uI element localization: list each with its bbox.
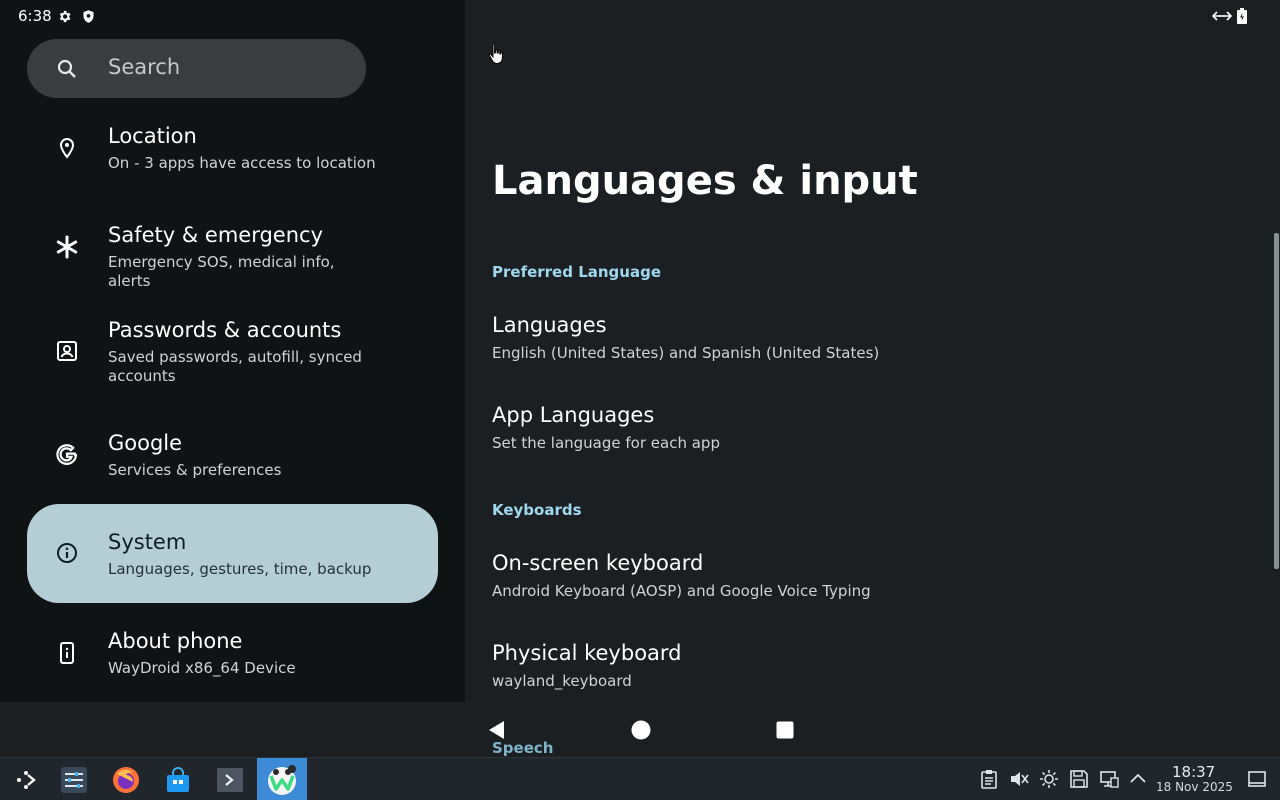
android-window: 6:38 Search Location On - 3 apps have ac… — [0, 0, 1280, 757]
firefox-icon[interactable] — [105, 758, 147, 800]
sidebar-item-passwords[interactable]: Passwords & accounts Saved passwords, au… — [27, 306, 438, 402]
recents-icon[interactable] — [773, 718, 797, 742]
google-icon — [55, 443, 79, 467]
pref-title: On-screen keyboard — [492, 551, 704, 575]
location-pin-icon — [55, 136, 79, 160]
volume-muted-icon[interactable] — [1009, 769, 1029, 789]
battery-icon — [1236, 8, 1248, 24]
search-placeholder: Search — [108, 55, 181, 79]
page-title: Languages & input — [492, 158, 918, 204]
section-header-preferred-language: Preferred Language — [492, 263, 661, 281]
status-bar: 6:38 — [0, 0, 1280, 32]
section-header-keyboards: Keyboards — [492, 501, 582, 519]
desktop-taskbar — [0, 757, 1280, 800]
pref-subtitle: English (United States) and Spanish (Uni… — [492, 344, 880, 362]
waydroid-icon[interactable] — [257, 758, 307, 800]
clock-time[interactable]: 18:37 — [1172, 763, 1215, 781]
sidebar-item-title: Google — [108, 431, 183, 455]
shield-icon — [80, 8, 96, 24]
save-disk-icon[interactable] — [1069, 769, 1089, 789]
sidebar-item-location[interactable]: Location On - 3 apps have access to loca… — [27, 112, 438, 188]
back-icon[interactable] — [485, 718, 509, 742]
pref-subtitle: wayland_keyboard — [492, 672, 632, 690]
brightness-icon[interactable] — [1039, 769, 1059, 789]
terminal-icon[interactable] — [209, 758, 251, 800]
show-desktop-icon[interactable] — [1247, 769, 1267, 789]
sidebar-item-title: Passwords & accounts — [108, 318, 342, 342]
data-transfer-icon — [1212, 8, 1232, 24]
content-scrollbar[interactable] — [1274, 233, 1279, 569]
sidebar-item-title: System — [108, 530, 187, 554]
account-box-icon — [55, 339, 79, 363]
pref-title: Languages — [492, 313, 607, 337]
tray-expand-icon[interactable] — [1128, 769, 1148, 789]
sidebar-item-subtitle: WayDroid x86_64 Device — [108, 659, 296, 677]
sidebar-item-about-phone[interactable]: About phone WayDroid x86_64 Device — [27, 617, 438, 693]
sidebar-item-subtitle: Languages, gestures, time, backup — [108, 560, 372, 578]
clock-date[interactable]: 18 Nov 2025 — [1156, 780, 1233, 794]
sidebar-item-title: About phone — [108, 629, 243, 653]
asterisk-icon — [55, 235, 79, 259]
sidebar-item-subtitle: Services & preferences — [108, 461, 282, 479]
pref-subtitle: Android Keyboard (AOSP) and Google Voice… — [492, 582, 871, 600]
sidebar-item-subtitle: Emergency SOS, medical info, alerts — [108, 253, 335, 290]
sidebar-item-system[interactable]: System Languages, gestures, time, backup — [27, 504, 438, 603]
settings-gear-icon — [56, 8, 72, 24]
system-settings-icon[interactable] — [54, 758, 94, 800]
discover-store-icon[interactable] — [157, 758, 199, 800]
hand-cursor-icon — [487, 42, 507, 66]
sidebar-item-google[interactable]: Google Services & preferences — [27, 419, 438, 495]
pref-title: Physical keyboard — [492, 641, 682, 665]
sidebar-item-subtitle: On - 3 apps have access to location — [108, 154, 376, 172]
sidebar-item-subtitle: Saved passwords, autofill, synced accoun… — [108, 348, 362, 385]
sidebar-item-title: Safety & emergency — [108, 223, 323, 247]
network-icon[interactable] — [1099, 769, 1119, 789]
home-icon[interactable] — [629, 718, 653, 742]
status-time: 6:38 — [18, 7, 52, 25]
clipboard-icon[interactable] — [979, 769, 999, 789]
desktop-screen: 6:38 Search Location On - 3 apps have ac… — [0, 0, 1280, 800]
sidebar-item-title: Location — [108, 124, 197, 148]
pref-subtitle: Set the language for each app — [492, 434, 720, 452]
pref-title: App Languages — [492, 403, 655, 427]
sidebar-bottom-strip — [0, 702, 465, 757]
sidebar-item-safety[interactable]: Safety & emergency Emergency SOS, medica… — [27, 211, 438, 290]
info-icon — [55, 541, 79, 565]
phone-info-icon — [55, 641, 79, 665]
search-icon — [55, 57, 79, 81]
app-launcher-icon[interactable] — [6, 758, 46, 800]
